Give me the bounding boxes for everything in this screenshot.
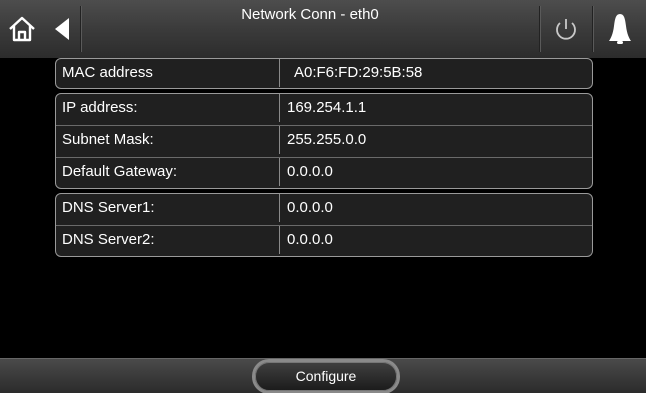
ip-address-label: IP address: <box>62 99 138 116</box>
page-title: Network Conn - eth0 <box>241 6 379 23</box>
column-divider <box>279 94 280 122</box>
subnet-mask-value: 255.255.0.0 <box>287 131 367 148</box>
dns-server1-row: DNS Server1: 0.0.0.0 <box>56 194 592 222</box>
mac-address-value: A0:F6:FD:29:5B:58 <box>294 64 423 81</box>
default-gateway-label: Default Gateway: <box>62 163 178 180</box>
default-gateway-value: 0.0.0.0 <box>287 163 333 180</box>
home-icon <box>9 16 35 42</box>
dns-server2-value: 0.0.0.0 <box>287 231 333 248</box>
back-icon <box>55 18 69 40</box>
column-divider <box>279 126 280 154</box>
mac-address-group: MAC address A0:F6:FD:29:5B:58 <box>55 58 593 89</box>
dns-server2-row: DNS Server2: 0.0.0.0 <box>56 226 592 254</box>
default-gateway-row: Default Gateway: 0.0.0.0 <box>56 158 592 186</box>
mac-address-label: MAC address <box>62 64 153 81</box>
power-button[interactable] <box>540 0 592 58</box>
column-divider <box>279 158 280 186</box>
dns-server1-value: 0.0.0.0 <box>287 199 333 216</box>
top-bar: Network Conn - eth0 <box>0 0 646 58</box>
back-button[interactable] <box>44 0 80 58</box>
dns-server2-label: DNS Server2: <box>62 231 155 248</box>
alerts-button[interactable] <box>593 0 646 58</box>
mac-address-row: MAC address A0:F6:FD:29:5B:58 <box>56 59 592 87</box>
network-connection-screen: Network Conn - eth0 MAC address A0:F6:FD… <box>0 0 646 393</box>
configure-button[interactable]: Configure <box>255 362 397 391</box>
column-divider <box>279 59 280 87</box>
dns-settings-group: DNS Server1: 0.0.0.0 DNS Server2: 0.0.0.… <box>55 193 593 257</box>
power-icon <box>556 19 576 40</box>
column-divider <box>279 194 280 222</box>
home-button[interactable] <box>0 0 44 58</box>
dns-server1-label: DNS Server1: <box>62 199 155 216</box>
subnet-mask-label: Subnet Mask: <box>62 131 154 148</box>
ip-settings-group: IP address: 169.254.1.1 Subnet Mask: 255… <box>55 93 593 189</box>
subnet-mask-row: Subnet Mask: 255.255.0.0 <box>56 126 592 154</box>
ip-address-value: 169.254.1.1 <box>287 99 367 116</box>
column-divider <box>279 226 280 254</box>
ip-address-row: IP address: 169.254.1.1 <box>56 94 592 122</box>
bell-icon <box>608 14 631 44</box>
